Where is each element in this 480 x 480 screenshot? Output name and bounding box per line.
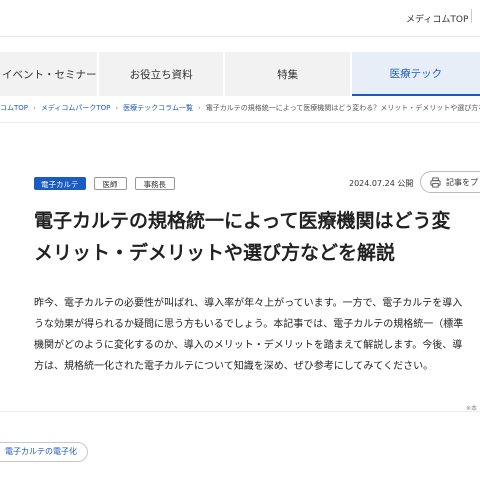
tag-doctor[interactable]: 医師	[93, 177, 127, 190]
lead-line: 昨今、電子カルテの必要性が叫ばれ、導入率が年々上がっています。一方で、電子カルテ…	[34, 298, 463, 309]
header-divider	[471, 9, 472, 23]
article-lead: 昨今、電子カルテの必要性が叫ばれ、導入率が年々上がっています。一方で、電子カルテ…	[34, 293, 480, 377]
tab-events-seminars[interactable]: イベント・セミナー	[0, 52, 97, 96]
publish-date: 2024.07.24 公開	[349, 178, 413, 189]
article-title-line: メリット・デメリットや選び方などを解説	[34, 242, 396, 264]
breadcrumb-separator: ›	[33, 104, 36, 112]
tag-office-manager[interactable]: 事務長	[134, 177, 175, 190]
medicom-top-link[interactable]: メディコムTOP	[406, 12, 468, 25]
top-header: メディコムTOP	[0, 0, 480, 37]
global-nav: イベント・セミナー お役立ち資料 特集 医療テック	[0, 52, 480, 96]
article-card: 電子カルテ 医師 事務長 2024.07.24 公開 記事をプ 電子カルテの規格…	[0, 122, 480, 412]
breadcrumb-separator: ›	[115, 104, 119, 112]
breadcrumb-separator: ›	[197, 104, 201, 112]
lead-line: うな効果が得られるか疑問に思う方もいるでしょう。本記事では、電子カルテの規格統一…	[34, 319, 464, 330]
tab-features[interactable]: 特集	[225, 52, 350, 96]
article-title: 電子カルテの規格統一によって医療機関はどう変 メリット・デメリットや選び方などを…	[34, 205, 480, 269]
breadcrumb-column-list-link[interactable]: 医療テックコラム一覧	[123, 103, 193, 113]
tab-resources[interactable]: お役立ち資料	[98, 52, 224, 96]
footnote: ※本	[466, 405, 478, 412]
breadcrumb-current: 電子カルテの規格統一によって医療機関はどう変わる？メリット・デメリットや選び方な…	[205, 104, 480, 112]
breadcrumb: コムTOP › メディコムパークTOP › 医療テックコラム一覧 › 電子カルテ…	[0, 102, 480, 114]
publish-date-suffix: 公開	[397, 179, 414, 188]
article-tags: 電子カルテ 医師 事務長	[34, 177, 175, 190]
lead-line: 方は、規格統一化された電子カルテについて知識を深め、ぜひ参考にしてみてください。	[34, 361, 434, 372]
print-article-label: 記事をプ	[446, 177, 478, 187]
article-title-line: 電子カルテの規格統一によって医療機関はどう変	[34, 210, 451, 232]
breadcrumb-park-link[interactable]: メディコムパークTOP	[41, 103, 111, 113]
publish-date-value: 2024.07.24	[349, 179, 395, 188]
tag-electronic-records[interactable]: 電子カルテ	[34, 177, 86, 190]
printer-icon	[430, 176, 441, 188]
related-topic-chip[interactable]: 電子カルテの電子化	[0, 442, 88, 462]
lead-line: 機関がどのように変化するのか、導入のメリット・デメリットを踏まえて解説します。今…	[34, 340, 463, 351]
print-article-button[interactable]: 記事をプ	[420, 171, 480, 193]
tab-medical-tech[interactable]: 医療テック	[351, 52, 480, 96]
breadcrumb-home-link[interactable]: コムTOP	[0, 103, 28, 113]
